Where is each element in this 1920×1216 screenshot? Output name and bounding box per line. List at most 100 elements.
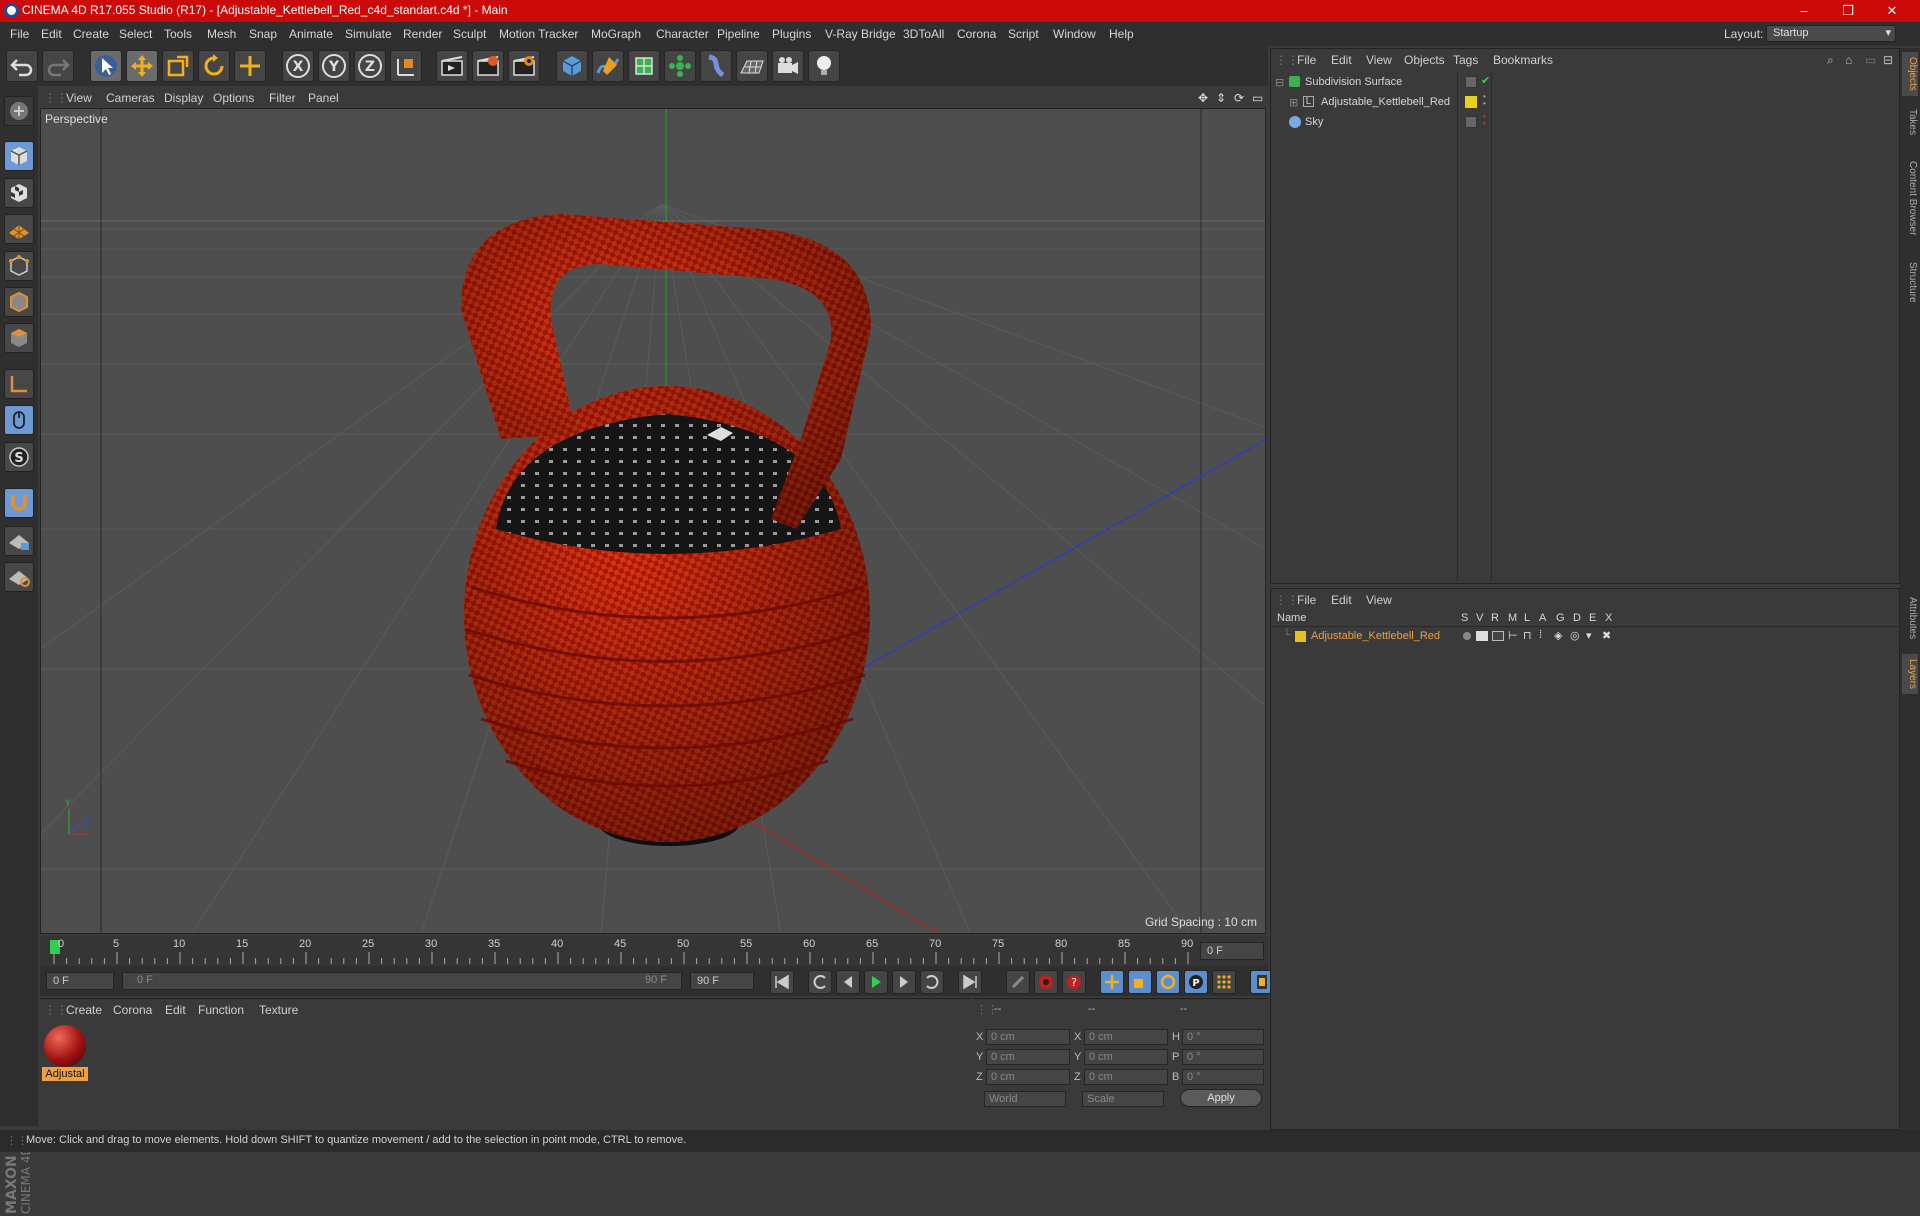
tab-layers[interactable]: Layers — [1902, 654, 1918, 694]
coordinate-space-select[interactable]: World — [984, 1091, 1066, 1107]
viewport-zoom-icon[interactable]: ⇕ — [1216, 91, 1226, 105]
grid-snap-button[interactable] — [4, 562, 34, 592]
menu-character[interactable]: Character — [656, 27, 709, 41]
minimize-button[interactable]: – — [1782, 0, 1826, 22]
edges-mode-button[interactable] — [4, 287, 34, 317]
xref-icon[interactable]: ✖ — [1602, 629, 1611, 642]
deformer-button[interactable] — [700, 50, 732, 82]
size-x-field[interactable]: 0 cm — [1084, 1029, 1168, 1045]
layer-col-generators[interactable]: G — [1556, 612, 1565, 624]
y-axis-lock-button[interactable]: Y — [318, 50, 350, 82]
render-view-button[interactable] — [436, 50, 468, 82]
frame-range-slider[interactable]: 0 F 90 F — [122, 972, 682, 990]
size-z-field[interactable]: 0 cm — [1084, 1069, 1168, 1085]
rotate-tool-button[interactable] — [198, 50, 230, 82]
menu-vray-bridge[interactable]: V-Ray Bridge — [825, 27, 896, 41]
coordinate-system-button[interactable] — [390, 50, 422, 82]
search-icon[interactable]: ⌕ — [1827, 53, 1834, 68]
menu-pipeline[interactable]: Pipeline — [717, 27, 760, 41]
layer-row[interactable]: └ Adjustable_Kettlebell_Red ⊢ ⊓ ⁞ ◈ ◎ ▾ … — [1271, 629, 1899, 645]
layer-tag-icon[interactable] — [1465, 76, 1477, 88]
home-icon[interactable]: ⌂ — [1845, 53, 1852, 67]
layer-col-expressions[interactable]: E — [1589, 612, 1596, 624]
layer-color-icon[interactable] — [1465, 96, 1477, 108]
material-menu-edit[interactable]: Edit — [165, 1003, 186, 1017]
lock-workplane-button[interactable] — [4, 526, 34, 556]
objects-menu-objects[interactable]: Objects — [1404, 53, 1445, 67]
close-button[interactable]: ✕ — [1870, 0, 1914, 22]
menu-file[interactable]: File — [10, 27, 29, 41]
layer-col-render[interactable]: R — [1491, 612, 1499, 624]
next-key-button[interactable] — [920, 970, 944, 994]
layout-select[interactable]: Startup ▾ — [1766, 25, 1896, 42]
layer-col-locked[interactable]: L — [1524, 612, 1530, 624]
undo-button[interactable] — [6, 50, 38, 82]
live-selection-button[interactable] — [90, 50, 122, 82]
enabled-check-icon[interactable]: ✔ — [1481, 74, 1490, 87]
z-axis-lock-button[interactable]: Z — [354, 50, 386, 82]
viewport-menu-cameras[interactable]: Cameras — [106, 91, 155, 105]
make-editable-button[interactable] — [4, 96, 34, 126]
viewport-rotate-icon[interactable]: ⟳ — [1234, 91, 1244, 105]
objects-menu-bookmarks[interactable]: Bookmarks — [1493, 53, 1553, 67]
recent-tool-button[interactable] — [234, 50, 266, 82]
back-icon[interactable]: ▭ — [1865, 53, 1876, 67]
render-to-picture-viewer-button[interactable] — [472, 50, 504, 82]
object-row-sky[interactable]: Sky • • — [1275, 113, 1895, 133]
snap-button[interactable]: S — [4, 442, 34, 472]
animation-icon[interactable]: ⁞ — [1539, 629, 1542, 641]
current-frame-field[interactable]: 0 F — [1200, 942, 1264, 960]
go-to-end-button[interactable] — [958, 970, 982, 994]
axis-mode-button[interactable] — [4, 369, 34, 399]
render-icon[interactable] — [1492, 631, 1504, 641]
viewport-menu-display[interactable]: Display — [164, 91, 203, 105]
menu-select[interactable]: Select — [119, 27, 152, 41]
move-tool-button[interactable] — [126, 50, 158, 82]
tab-structure[interactable]: Structure — [1902, 254, 1918, 310]
floor-button[interactable] — [736, 50, 768, 82]
key-rotation-button[interactable] — [1156, 970, 1180, 994]
layers-menu-file[interactable]: File — [1297, 593, 1316, 607]
menu-snap[interactable]: Snap — [249, 27, 277, 41]
menu-corona[interactable]: Corona — [957, 27, 996, 41]
visibility-dots-icon[interactable]: • • — [1483, 113, 1486, 128]
new-view-icon[interactable]: ⊟ — [1883, 53, 1893, 67]
key-scale-button[interactable] — [1128, 970, 1152, 994]
go-to-start-button[interactable] — [770, 970, 794, 994]
key-pla-button[interactable] — [1212, 970, 1236, 994]
menu-help[interactable]: Help — [1109, 27, 1134, 41]
rotation-b-field[interactable]: 0 ° — [1182, 1069, 1264, 1085]
object-row-kettlebell[interactable]: ⊞ L Adjustable_Kettlebell_Red • • — [1275, 93, 1895, 113]
size-y-field[interactable]: 0 cm — [1084, 1049, 1168, 1065]
play-button[interactable] — [864, 970, 888, 994]
menu-create[interactable]: Create — [73, 27, 109, 41]
visibility-dots-icon[interactable]: • • — [1483, 93, 1486, 108]
keyframe-selection-button[interactable]: ? — [1062, 970, 1086, 994]
model-mode-button[interactable] — [4, 141, 34, 171]
menu-window[interactable]: Window — [1053, 27, 1096, 41]
menu-simulate[interactable]: Simulate — [345, 27, 392, 41]
tab-objects[interactable]: Objects — [1902, 52, 1918, 96]
viewport-move-icon[interactable]: ✥ — [1198, 91, 1208, 105]
menu-render[interactable]: Render — [403, 27, 442, 41]
material-menu-create[interactable]: Create — [66, 1003, 102, 1017]
material-menu-corona[interactable]: Corona — [113, 1003, 152, 1017]
points-mode-button[interactable] — [4, 251, 34, 281]
auto-keying-button[interactable] — [1034, 970, 1058, 994]
x-axis-lock-button[interactable]: X — [282, 50, 314, 82]
material-menu-texture[interactable]: Texture — [259, 1003, 298, 1017]
position-y-field[interactable]: 0 cm — [986, 1049, 1070, 1065]
objects-menu-tags[interactable]: Tags — [1453, 53, 1478, 67]
maximize-button[interactable]: ❐ — [1826, 0, 1870, 22]
timeline-ruler[interactable]: 0 5 10 15 20 25 30 35 40 45 50 55 60 65 … — [40, 936, 1268, 966]
expand-icon[interactable]: ⊞ — [1289, 96, 1298, 109]
generators-icon[interactable]: ◈ — [1554, 629, 1562, 642]
rotation-p-field[interactable]: 0 ° — [1182, 1049, 1264, 1065]
menu-script[interactable]: Script — [1008, 27, 1039, 41]
menu-motion-tracker[interactable]: Motion Tracker — [499, 27, 578, 41]
layers-menu-edit[interactable]: Edit — [1331, 593, 1352, 607]
viewport-perspective[interactable]: Y Z Perspective Grid Spacing : 10 cm — [40, 108, 1266, 934]
layers-menu-view[interactable]: View — [1366, 593, 1392, 607]
record-position-button[interactable] — [1006, 970, 1030, 994]
magnet-button[interactable] — [4, 488, 34, 518]
